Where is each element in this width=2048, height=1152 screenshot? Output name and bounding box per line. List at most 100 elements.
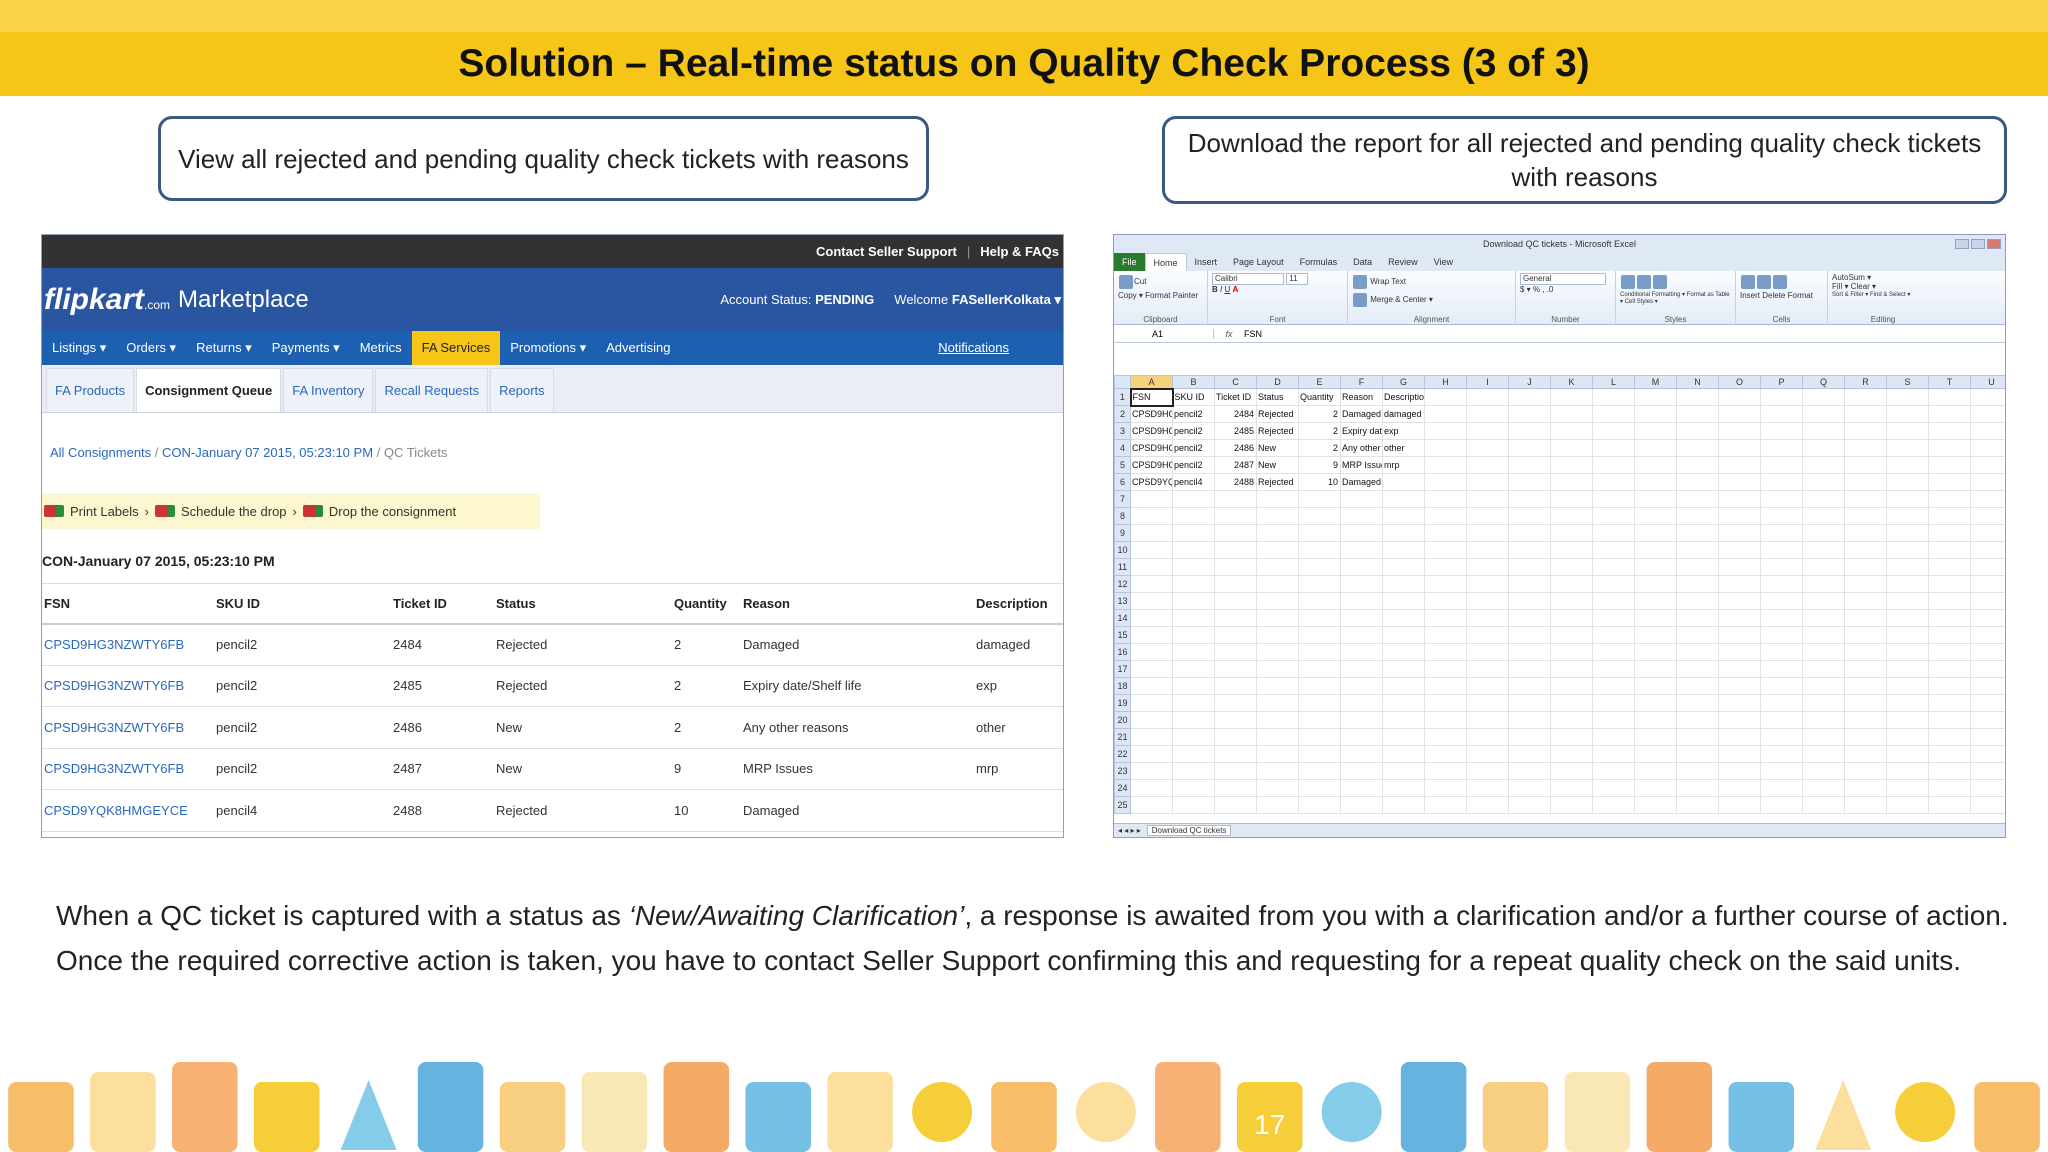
cell[interactable] bbox=[1718, 762, 1761, 780]
cell[interactable] bbox=[1760, 660, 1803, 678]
column-header[interactable]: P bbox=[1760, 375, 1803, 389]
cell[interactable] bbox=[1466, 575, 1509, 593]
cell[interactable] bbox=[1130, 745, 1173, 763]
row-header[interactable]: 3 bbox=[1114, 422, 1131, 440]
cell[interactable] bbox=[1676, 677, 1719, 695]
step-print-labels[interactable]: Print Labels bbox=[70, 504, 139, 519]
cell[interactable] bbox=[1634, 388, 1677, 406]
cell[interactable] bbox=[1634, 643, 1677, 661]
cell[interactable] bbox=[1928, 643, 1971, 661]
row-header[interactable]: 25 bbox=[1114, 796, 1131, 814]
cell[interactable] bbox=[1550, 507, 1593, 525]
cell[interactable] bbox=[1466, 388, 1509, 406]
cell[interactable] bbox=[1592, 762, 1635, 780]
cell[interactable] bbox=[1886, 779, 1929, 797]
cell[interactable] bbox=[1760, 694, 1803, 712]
cell[interactable] bbox=[1172, 643, 1215, 661]
tab-home[interactable]: Home bbox=[1144, 253, 1187, 271]
column-header[interactable]: F bbox=[1340, 375, 1383, 389]
step-drop-consignment[interactable]: Drop the consignment bbox=[329, 504, 456, 519]
cell[interactable] bbox=[1508, 575, 1551, 593]
cell[interactable] bbox=[1928, 439, 1971, 457]
name-box[interactable]: A1 bbox=[1114, 328, 1214, 339]
column-header[interactable]: U bbox=[1970, 375, 2005, 389]
cell[interactable]: 2 bbox=[1298, 439, 1341, 457]
cell[interactable] bbox=[1382, 524, 1425, 542]
cell[interactable] bbox=[1214, 745, 1257, 763]
cell[interactable] bbox=[1340, 677, 1383, 695]
cell[interactable] bbox=[1424, 439, 1467, 457]
cell[interactable] bbox=[1886, 575, 1929, 593]
cell[interactable] bbox=[1382, 490, 1425, 508]
cell[interactable] bbox=[1424, 609, 1467, 627]
cell[interactable] bbox=[1634, 473, 1677, 491]
row-header[interactable]: 9 bbox=[1114, 524, 1131, 542]
cell[interactable] bbox=[1550, 490, 1593, 508]
cell[interactable] bbox=[1928, 694, 1971, 712]
cell[interactable]: 2486 bbox=[1214, 439, 1257, 457]
format-table-icon[interactable] bbox=[1637, 275, 1651, 289]
cell[interactable] bbox=[1214, 541, 1257, 559]
cell[interactable] bbox=[1466, 711, 1509, 729]
cell[interactable] bbox=[1508, 711, 1551, 729]
cell[interactable] bbox=[1382, 728, 1425, 746]
cell[interactable] bbox=[1340, 575, 1383, 593]
wrap-text-button[interactable]: Wrap Text bbox=[1370, 277, 1406, 286]
cell[interactable] bbox=[1382, 626, 1425, 644]
cell[interactable] bbox=[1718, 728, 1761, 746]
row-header[interactable]: 24 bbox=[1114, 779, 1131, 797]
cell[interactable] bbox=[1970, 507, 2005, 525]
cell[interactable] bbox=[1424, 660, 1467, 678]
cell[interactable] bbox=[1508, 524, 1551, 542]
row-header[interactable]: 19 bbox=[1114, 694, 1131, 712]
cell[interactable] bbox=[1760, 524, 1803, 542]
tab-reports[interactable]: Reports bbox=[490, 368, 554, 412]
cell[interactable] bbox=[1802, 558, 1845, 576]
cell[interactable] bbox=[1382, 507, 1425, 525]
cell[interactable]: Status bbox=[1256, 388, 1299, 406]
cell[interactable] bbox=[1256, 694, 1299, 712]
cell[interactable] bbox=[1886, 745, 1929, 763]
cell[interactable] bbox=[1928, 388, 1971, 406]
cell[interactable] bbox=[1634, 507, 1677, 525]
cell[interactable] bbox=[1802, 711, 1845, 729]
cell[interactable] bbox=[1424, 643, 1467, 661]
cell[interactable] bbox=[1928, 779, 1971, 797]
cell[interactable] bbox=[1970, 796, 2005, 814]
cell[interactable]: pencil2 bbox=[1172, 405, 1215, 423]
spreadsheet-grid[interactable]: A B C D E F G H I J K L M N O P Q R S T U 1 FSN SKU ID Ticket ID… bbox=[1114, 375, 2005, 814]
cell[interactable] bbox=[1550, 388, 1593, 406]
maximize-icon[interactable] bbox=[1971, 239, 1985, 249]
cell[interactable] bbox=[1424, 694, 1467, 712]
cell[interactable] bbox=[1760, 473, 1803, 491]
cell[interactable] bbox=[1802, 422, 1845, 440]
cell[interactable] bbox=[1760, 592, 1803, 610]
cell[interactable] bbox=[1508, 643, 1551, 661]
nav-listings[interactable]: Listings ▾ bbox=[42, 331, 116, 365]
cell[interactable] bbox=[1382, 609, 1425, 627]
cell[interactable] bbox=[1634, 456, 1677, 474]
format-painter-button[interactable]: Format Painter bbox=[1145, 291, 1198, 300]
fx-icon[interactable]: fx bbox=[1214, 329, 1244, 339]
cell[interactable] bbox=[1424, 677, 1467, 695]
cell[interactable] bbox=[1718, 490, 1761, 508]
cell[interactable] bbox=[1760, 456, 1803, 474]
cell[interactable] bbox=[1172, 711, 1215, 729]
cell[interactable] bbox=[1760, 711, 1803, 729]
cell[interactable] bbox=[1592, 592, 1635, 610]
cell[interactable] bbox=[1214, 796, 1257, 814]
cell[interactable]: CPSD9HG3 bbox=[1130, 456, 1173, 474]
cell[interactable] bbox=[1298, 660, 1341, 678]
cell[interactable] bbox=[1214, 592, 1257, 610]
cell[interactable] bbox=[1298, 677, 1341, 695]
cell[interactable] bbox=[1844, 524, 1887, 542]
conditional-formatting-icon[interactable] bbox=[1621, 275, 1635, 289]
cell[interactable] bbox=[1886, 762, 1929, 780]
row-header[interactable]: 6 bbox=[1114, 473, 1131, 491]
cell[interactable] bbox=[1676, 779, 1719, 797]
cell[interactable] bbox=[1970, 575, 2005, 593]
cell[interactable] bbox=[1718, 779, 1761, 797]
row-header[interactable]: 2 bbox=[1114, 405, 1131, 423]
cell[interactable] bbox=[1298, 728, 1341, 746]
cell[interactable]: Reason bbox=[1340, 388, 1383, 406]
